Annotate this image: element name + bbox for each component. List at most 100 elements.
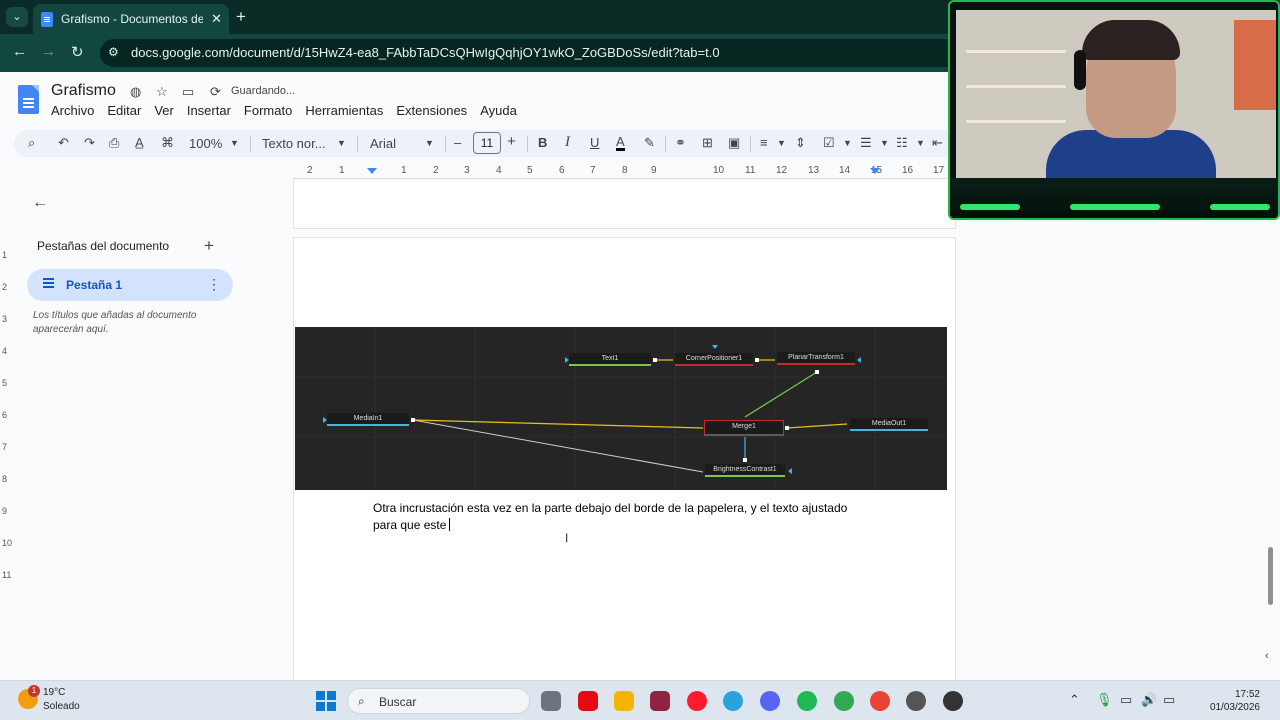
left-indent-marker-icon[interactable] [367,168,377,174]
media-app-icon[interactable] [650,691,670,711]
undo-icon[interactable]: ↶ [58,135,69,151]
volume-icon[interactable]: 🔊 [1141,692,1157,708]
checklist-icon[interactable]: ☑ [823,135,835,151]
vertical-ruler[interactable]: 1 2 3 4 5 6 7 8 9 10 11 [0,180,12,680]
font-size-input[interactable]: 11 [473,132,501,154]
document-tab-1[interactable]: Pestaña 1 ⋮ [27,269,233,301]
toolbar-divider [665,136,666,152]
menu-formato[interactable]: Formato [244,103,292,118]
browser-tab-grafismo[interactable]: Grafismo - Documentos de Goo ✕ [33,4,229,34]
increase-font-button[interactable]: + [507,133,516,150]
ruler-number: 13 [808,165,820,176]
share-settings-icon[interactable]: ◍ [130,84,141,100]
close-outline-arrow-icon[interactable]: ← [32,194,48,212]
media-player-icon[interactable] [943,691,963,711]
insert-image-icon[interactable]: ▣ [728,135,740,151]
vertical-scrollbar-thumb[interactable] [1268,547,1273,605]
scroll-chevron-icon[interactable]: ‹ [1265,650,1269,662]
temperature[interactable]: 19°C [43,687,65,698]
weather-condition[interactable]: Soleado [43,701,80,712]
bullet-chevron-icon[interactable]: ▼ [880,138,889,148]
node-text[interactable]: Text1 [569,353,651,366]
netflix-icon[interactable] [578,691,598,711]
task-view-icon[interactable] [541,691,561,711]
add-tab-icon[interactable]: + [204,236,214,256]
node-mediaout[interactable]: MediaOut1 [850,418,928,431]
docs-logo-icon[interactable] [18,85,39,114]
spotify-icon[interactable] [797,691,817,711]
telegram-icon[interactable] [723,691,743,711]
node-mediain[interactable]: MediaIn1 [327,413,409,426]
search-menus-icon[interactable]: ⌕ [28,135,35,151]
star-icon[interactable]: ☆ [156,84,168,100]
node-merge[interactable]: Merge1 [704,420,784,436]
microphone-icon[interactable]: 🎙 [1096,692,1113,708]
system-clock[interactable]: 17:52 01/03/2026 [1206,688,1260,714]
windows-start-icon[interactable] [316,691,336,711]
reload-icon[interactable]: ↻ [71,43,84,61]
menu-herramientas[interactable]: Herramientas [305,103,383,118]
discord-icon[interactable] [760,691,780,711]
zoom-select[interactable]: 100% [189,136,222,151]
bold-button[interactable]: B [538,135,547,150]
embedded-node-graph-image[interactable]: MediaIn1 Text1 CornerPositioner1 PlanarT… [295,327,947,490]
tray-chevron-icon[interactable]: ⌃ [1069,692,1080,708]
font-select[interactable]: Arial [370,136,396,151]
align-chevron-icon[interactable]: ▼ [777,138,786,148]
tab-search-dropdown-icon[interactable]: ⌄ [6,7,28,27]
zoom-chevron-icon[interactable]: ▼ [230,138,239,148]
file-explorer-icon[interactable] [614,691,634,711]
menu-editar[interactable]: Editar [107,103,141,118]
menu-ayuda[interactable]: Ayuda [480,103,517,118]
text-color-button[interactable]: A [616,135,625,151]
node-planartransform[interactable]: PlanarTransform1 [777,352,855,365]
decrease-font-button[interactable]: – [454,135,461,150]
url-text[interactable]: docs.google.com/document/d/15HwZ4-ea8_FA… [131,45,720,60]
insert-link-icon[interactable]: ⚭ [675,135,686,151]
menu-archivo[interactable]: Archivo [51,103,94,118]
numbered-list-icon[interactable]: ☷ [896,135,908,151]
paragraph-line-1: Otra incrustación esta vez en la parte d… [373,501,848,515]
italic-button[interactable]: I [565,134,570,151]
right-indent-marker-icon[interactable] [870,168,880,174]
tab-more-options-icon[interactable]: ⋮ [207,276,221,293]
line-spacing-icon[interactable]: ⇕ [795,135,806,151]
style-chevron-icon[interactable]: ▼ [337,138,346,148]
menu-ver[interactable]: Ver [154,103,174,118]
opera-icon[interactable] [687,691,707,711]
node-cornerpositioner[interactable]: CornerPositioner1 [675,353,753,366]
underline-button[interactable]: U [590,135,599,150]
display-icon[interactable]: ▭ [1120,692,1132,708]
forward-arrow-icon[interactable]: → [41,43,56,60]
chrome-icon[interactable] [870,691,890,711]
chrome-profile-icon[interactable] [834,691,854,711]
decrease-indent-icon[interactable]: ⇤ [932,135,943,151]
spellcheck-icon[interactable]: A̲ [135,135,144,150]
font-chevron-icon[interactable]: ▼ [425,138,434,148]
site-info-icon[interactable]: ⚙ [108,45,119,59]
style-select[interactable]: Texto nor... [262,136,326,151]
previous-page-bottom[interactable] [293,180,956,229]
move-folder-icon[interactable]: ▭ [182,84,194,100]
menu-insertar[interactable]: Insertar [187,103,231,118]
bulleted-list-icon[interactable]: ☰ [860,135,872,151]
redo-icon[interactable]: ↷ [84,135,95,151]
battery-icon[interactable]: ▭ [1163,692,1175,708]
checklist-chevron-icon[interactable]: ▼ [843,138,852,148]
highlight-color-icon[interactable]: ✎ [644,135,655,151]
document-title[interactable]: Grafismo [51,82,116,100]
obs-icon[interactable] [906,691,926,711]
numbered-chevron-icon[interactable]: ▼ [916,138,925,148]
new-tab-icon[interactable]: + [236,7,246,27]
back-arrow-icon[interactable]: ← [12,43,27,60]
node-brightnesscontrast[interactable]: BrightnessContrast1 [705,464,785,477]
align-left-icon[interactable]: ≡ [760,135,768,150]
document-paragraph[interactable]: Otra incrustación esta vez en la parte d… [373,500,873,534]
close-tab-icon[interactable]: ✕ [211,11,222,27]
print-icon[interactable]: ⎙ [109,135,119,151]
add-comment-icon[interactable]: ⊞ [702,135,713,151]
horizontal-ruler[interactable]: 2 1 1 2 3 4 5 6 7 8 9 10 11 12 13 14 15 … [293,163,948,179]
paint-format-icon[interactable]: ⌘ [161,135,174,151]
taskbar-search[interactable]: ⌕ Buscar [347,688,530,714]
menu-extensiones[interactable]: Extensiones [396,103,467,118]
